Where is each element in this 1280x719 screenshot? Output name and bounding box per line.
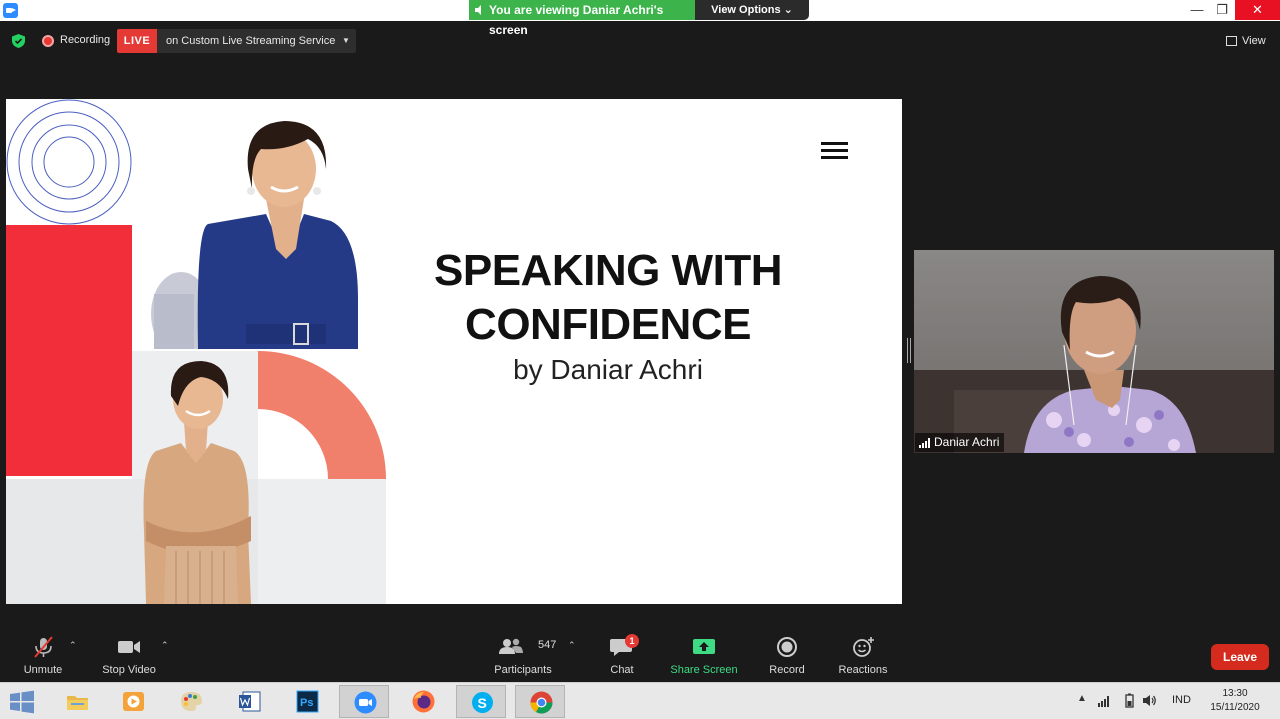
slide-title-line2: CONFIDENCE	[465, 300, 751, 349]
leave-meeting-button[interactable]: Leave	[1211, 644, 1269, 670]
taskbar-zoom[interactable]	[339, 685, 389, 718]
participant-name-label: Daniar Achri	[915, 433, 1005, 452]
panel-splitter-handle[interactable]	[907, 338, 911, 363]
window-titlebar: You are viewing Daniar Achri's screen Vi…	[0, 0, 1280, 37]
taskbar-skype[interactable]: S	[456, 685, 506, 718]
reactions-button[interactable]: Reactions	[834, 630, 892, 680]
meeting-controls-toolbar: Unmute ⌃ Stop Video ⌃ Participants 547 ⌃…	[0, 630, 1280, 682]
record-icon	[777, 637, 797, 657]
participants-count: 547	[538, 639, 557, 651]
stop-video-label: Stop Video	[102, 664, 156, 676]
view-button-label: View	[1242, 35, 1266, 47]
share-screen-label: Share Screen	[670, 664, 738, 676]
concentric-circles-decoration	[6, 99, 132, 225]
recording-dot-icon	[42, 35, 54, 47]
participants-label: Participants	[494, 664, 552, 676]
meeting-topbar: Recording LIVE on Custom Live Streaming …	[0, 21, 1280, 61]
slide-title: SPEAKING WITH CONFIDENCE	[398, 244, 818, 352]
network-signal-icon[interactable]	[1097, 693, 1112, 708]
unmute-button[interactable]: Unmute	[18, 630, 68, 680]
video-options-caret-icon[interactable]: ⌃	[161, 640, 169, 651]
share-screen-button[interactable]: Share Screen	[668, 630, 740, 680]
record-button[interactable]: Record	[764, 630, 810, 680]
clock-time: 13:30	[1222, 688, 1248, 699]
view-button[interactable]: View	[1224, 32, 1266, 50]
viewing-banner: You are viewing Daniar Achri's screen	[469, 0, 695, 37]
encryption-shield-icon[interactable]	[12, 34, 25, 48]
windows-taskbar: Ps S ▲ IND 13:30 15/11/2020	[0, 682, 1280, 719]
media-player-icon	[123, 692, 144, 711]
photoshop-icon: Ps	[296, 690, 319, 713]
recording-label: Recording	[60, 34, 111, 46]
smiley-plus-icon	[853, 637, 874, 657]
file-explorer-icon	[67, 696, 88, 710]
zoom-app-icon	[3, 3, 18, 18]
slide-subtitle: by Daniar Achri	[513, 354, 703, 385]
volume-icon[interactable]	[1142, 693, 1157, 708]
share-screen-icon	[693, 639, 715, 654]
connection-signal-icon	[919, 438, 930, 448]
clock-date: 15/11/2020	[1210, 702, 1260, 713]
participant-name-text: Daniar Achri	[934, 435, 1000, 449]
live-badge: LIVE	[117, 29, 157, 53]
reactions-label: Reactions	[838, 664, 888, 676]
tray-expand-icon[interactable]: ▲	[1077, 693, 1087, 704]
taskbar-media-player[interactable]	[108, 685, 158, 718]
taskbar-firefox[interactable]	[398, 685, 448, 718]
windows-start-icon[interactable]	[6, 688, 38, 716]
taskbar-photoshop[interactable]: Ps	[282, 685, 332, 718]
svg-text:S: S	[478, 695, 487, 711]
participant-video-frame	[914, 250, 1274, 453]
chat-unread-badge: 1	[625, 634, 639, 648]
input-language-indicator[interactable]: IND	[1172, 694, 1191, 706]
word-icon	[239, 691, 261, 712]
zoom-icon	[354, 691, 377, 714]
close-icon[interactable]: ✕	[1235, 0, 1280, 20]
caret-down-icon[interactable]: ▼	[342, 29, 350, 53]
unmute-label: Unmute	[23, 664, 63, 676]
chrome-icon	[530, 691, 553, 714]
hamburger-menu-icon	[821, 142, 848, 162]
battery-icon[interactable]	[1122, 693, 1137, 708]
restore-icon[interactable]: ❐	[1208, 0, 1236, 20]
skype-icon: S	[472, 692, 493, 713]
minimize-icon[interactable]: —	[1183, 0, 1211, 20]
microphone-muted-icon	[34, 636, 53, 658]
paint-palette-icon	[181, 692, 202, 711]
speaker-photo-standing	[6, 351, 386, 604]
firefox-icon	[412, 690, 435, 713]
video-camera-icon	[118, 641, 140, 653]
taskbar-microsoft-word[interactable]	[224, 685, 274, 718]
system-clock[interactable]: 13:30 15/11/2020	[1206, 687, 1264, 715]
slide-title-line1: SPEAKING WITH	[434, 246, 782, 295]
taskbar-paint[interactable]	[166, 685, 216, 718]
chat-label: Chat	[610, 664, 634, 676]
participant-video-tile[interactable]: Daniar Achri	[914, 250, 1274, 453]
live-stream-service-dropdown[interactable]: on Custom Live Streaming Service	[157, 29, 356, 53]
speaker-photo-seated	[136, 99, 358, 349]
view-grid-icon	[1226, 36, 1237, 46]
svg-text:Ps: Ps	[300, 697, 313, 709]
speaker-icon	[475, 5, 481, 15]
zoom-meeting-window: You are viewing Daniar Achri's screen Vi…	[0, 0, 1280, 719]
stop-video-button[interactable]: Stop Video	[96, 630, 162, 680]
taskbar-chrome[interactable]	[515, 685, 565, 718]
view-options-button[interactable]: View Options ⌄	[695, 0, 809, 20]
participants-icon	[499, 638, 523, 654]
audio-options-caret-icon[interactable]: ⌃	[69, 640, 77, 651]
participants-button[interactable]: Participants	[490, 630, 556, 680]
record-label: Record	[769, 664, 805, 676]
shared-screen-slide: SPEAKING WITH CONFIDENCE by Daniar Achri	[6, 99, 902, 604]
taskbar-file-explorer[interactable]	[52, 685, 102, 718]
participants-options-caret-icon[interactable]: ⌃	[568, 640, 576, 651]
